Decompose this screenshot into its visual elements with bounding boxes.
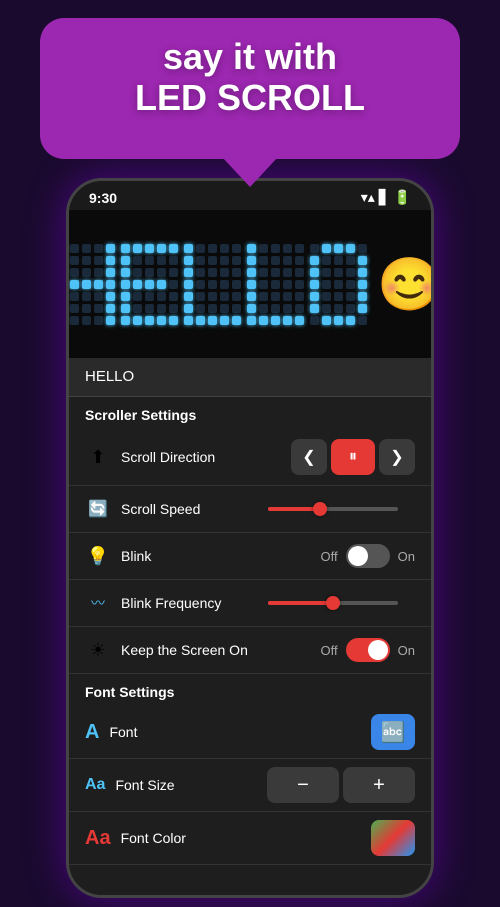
blink-toggle-thumb	[348, 546, 368, 566]
scroll-speed-icon: 🔄	[85, 496, 111, 522]
scroll-direction-icon: ⬆	[85, 444, 111, 470]
status-time: 9:30	[89, 190, 117, 206]
text-input-value: HELLO	[85, 368, 134, 385]
led-letter-o	[310, 244, 367, 325]
phone-frame: 9:30 ▾▴ ▋ 🔋	[66, 178, 434, 898]
blink-off-label: Off	[321, 549, 338, 564]
scroll-direction-label: Scroll Direction	[121, 449, 291, 465]
led-letter-h	[69, 244, 115, 325]
keep-screen-toggle-thumb	[368, 640, 388, 660]
direction-left-button[interactable]: ❮	[291, 439, 327, 475]
font-icon: A	[85, 721, 99, 744]
text-input-bar[interactable]: HELLO	[69, 358, 431, 397]
font-size-increase-button[interactable]: +	[343, 767, 415, 803]
signal-icon: ▋	[379, 189, 390, 206]
scroller-settings-header: Scroller Settings	[69, 397, 431, 429]
scroll-direction-row: ⬆ Scroll Direction ❮ ⏸ ❯	[69, 429, 431, 486]
font-size-controls: − +	[267, 767, 415, 803]
blink-icon: 💡	[85, 543, 111, 569]
keep-screen-toggle-container: Off On	[321, 638, 415, 662]
led-letter-l1	[184, 244, 241, 325]
blink-on-label: On	[398, 549, 415, 564]
keep-screen-icon: ☀	[85, 637, 111, 663]
font-size-decrease-button[interactable]: −	[267, 767, 339, 803]
font-color-icon: Aa	[85, 827, 111, 850]
app-banner: say it with LED SCROLL	[40, 18, 460, 159]
font-color-label: Font Color	[121, 830, 371, 846]
banner-line2: LED SCROLL	[135, 77, 365, 118]
blink-frequency-thumb[interactable]	[326, 596, 340, 610]
keep-screen-toggle[interactable]	[346, 638, 390, 662]
led-letter-e	[121, 244, 178, 325]
banner-line1: say it with	[163, 36, 337, 77]
direction-controls: ❮ ⏸ ❯	[291, 439, 415, 475]
blink-frequency-label: Blink Frequency	[121, 595, 268, 611]
font-settings-header: Font Settings	[69, 674, 431, 706]
font-label: Font	[109, 724, 371, 740]
scroll-speed-track	[268, 507, 398, 511]
battery-icon: 🔋	[394, 189, 411, 206]
font-size-icon: Aa	[85, 776, 105, 794]
direction-right-button[interactable]: ❯	[379, 439, 415, 475]
blink-frequency-slider[interactable]	[268, 601, 415, 605]
keep-screen-label: Keep the Screen On	[121, 642, 321, 658]
scroll-speed-slider[interactable]	[268, 507, 415, 511]
blink-frequency-row: 〰 Blink Frequency	[69, 580, 431, 627]
led-emoji: 😊	[377, 254, 431, 315]
font-color-button[interactable]	[371, 820, 415, 856]
blink-toggle-container: Off On	[321, 544, 415, 568]
scroll-speed-row: 🔄 Scroll Speed	[69, 486, 431, 533]
banner-text: say it with LED SCROLL	[64, 36, 436, 119]
settings-panel: Scroller Settings ⬆ Scroll Direction ❮ ⏸…	[69, 397, 431, 895]
status-icons: ▾▴ ▋ 🔋	[361, 189, 411, 206]
scroll-speed-thumb[interactable]	[313, 502, 327, 516]
blink-row: 💡 Blink Off On	[69, 533, 431, 580]
keep-screen-off-label: Off	[321, 643, 338, 658]
blink-toggle[interactable]	[346, 544, 390, 568]
font-row: A Font 🔤	[69, 706, 431, 759]
led-display: 😊	[69, 210, 431, 358]
font-select-button[interactable]: 🔤	[371, 714, 415, 750]
font-size-label: Font Size	[115, 777, 267, 793]
wifi-icon: ▾▴	[361, 189, 375, 206]
font-color-row: Aa Font Color	[69, 812, 431, 865]
keep-screen-on-label: On	[398, 643, 415, 658]
font-size-row: Aa Font Size − +	[69, 759, 431, 812]
led-text-container: 😊	[69, 244, 431, 325]
blink-frequency-fill	[268, 601, 333, 605]
blink-label: Blink	[121, 548, 321, 564]
scroll-speed-label: Scroll Speed	[121, 501, 268, 517]
direction-pause-button[interactable]: ⏸	[331, 439, 375, 475]
blink-frequency-icon: 〰	[85, 590, 111, 616]
keep-screen-on-row: ☀ Keep the Screen On Off On	[69, 627, 431, 674]
led-letter-l2	[247, 244, 304, 325]
blink-frequency-track	[268, 601, 398, 605]
